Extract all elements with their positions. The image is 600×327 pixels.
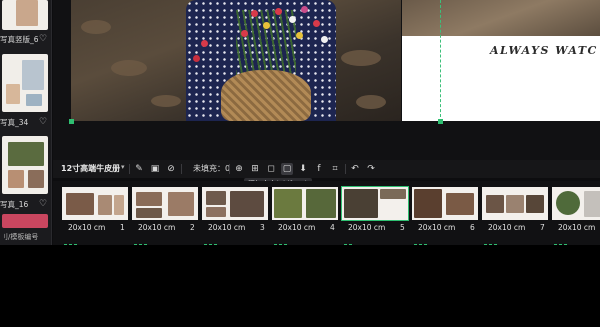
alignment-guide	[440, 0, 441, 122]
template-label: 写真_34	[0, 118, 29, 127]
template-label: 写真竖版_6	[0, 35, 38, 44]
resize-handle[interactable]	[69, 119, 74, 124]
link-icon[interactable]: ⊘	[165, 163, 177, 175]
redo-icon[interactable]: ↷	[365, 163, 377, 175]
page-thumbnail[interactable]	[272, 187, 338, 220]
template-thumbnail[interactable]	[2, 214, 48, 228]
template-code-label: 刂/模板编号	[1, 233, 39, 241]
status-dots	[484, 232, 504, 247]
crop-icon[interactable]: ⌗	[329, 163, 341, 175]
divider	[345, 164, 346, 174]
page-toolbar: 12寸高端牛皮册 ▾ ✎ ▣ ⊘ 未填充：0 ⊕ ⊞ ◻ ▢ ⬇ f ⌗ ↶ ↷	[53, 160, 600, 178]
pin-icon[interactable]: ⬇	[297, 163, 309, 175]
heart-icon[interactable]: ♡	[38, 34, 48, 44]
page-strip: 20x10 cm 1 20x10 cm 2 20x10 cm 3 20x10 c…	[53, 181, 600, 247]
page-number: 3	[260, 223, 265, 232]
font-icon[interactable]: f	[313, 163, 325, 175]
heart-icon[interactable]: ♡	[38, 199, 48, 209]
page-card-selected[interactable]: 20x10 cm 5	[341, 183, 409, 247]
status-dots	[204, 232, 224, 247]
frame-icon[interactable]: ◻	[265, 163, 277, 175]
heart-icon[interactable]: ♡	[38, 117, 48, 127]
template-thumbnail[interactable]	[2, 136, 48, 194]
photobook-editor: 写真竖版_6 ♡ 写真_34 ♡ 写真_16 ♡ 刂/模板编号 ALWAYS W…	[0, 0, 600, 327]
undo-icon[interactable]: ↶	[349, 163, 361, 175]
book-title[interactable]: 12寸高端牛皮册	[61, 163, 120, 174]
status-dots	[554, 232, 574, 247]
template-thumbnail[interactable]	[2, 0, 48, 30]
template-panel: 写真竖版_6 ♡ 写真_34 ♡ 写真_16 ♡ 刂/模板编号	[0, 0, 52, 245]
template-item[interactable]	[0, 214, 51, 228]
page-thumbnail[interactable]	[132, 187, 198, 220]
page-number: 7	[540, 223, 545, 232]
page-thumbnail[interactable]	[341, 186, 409, 221]
right-page[interactable]: ALWAYS WATC	[402, 0, 600, 121]
add-icon[interactable]: ⊕	[233, 163, 245, 175]
status-dots	[64, 232, 84, 247]
page-size: 20x10 cm	[488, 223, 526, 232]
page-number: 1	[120, 223, 125, 232]
page-thumbnail[interactable]	[62, 187, 128, 220]
status-dots	[274, 232, 294, 247]
page-size: 20x10 cm	[208, 223, 246, 232]
page-number: 2	[190, 223, 195, 232]
grid-icon[interactable]: ⊞	[249, 163, 261, 175]
page-size: 20x10 cm	[138, 223, 176, 232]
page-size: 20x10 cm	[348, 223, 386, 232]
page-card[interactable]: 20x10 cm 6	[412, 183, 478, 247]
image-add-icon[interactable]: ▣	[149, 163, 161, 175]
page-number: 5	[400, 223, 405, 232]
wicker-basket	[221, 70, 311, 121]
unfilled-count: 未填充：0	[193, 164, 231, 173]
template-label: 写真_16	[0, 200, 29, 209]
page-size: 20x10 cm	[278, 223, 316, 232]
page-card[interactable]: 20x10 cm 8	[552, 183, 600, 247]
text-icon[interactable]: ▢	[281, 163, 293, 175]
page-thumbnail[interactable]	[412, 187, 478, 220]
right-page-photo[interactable]	[402, 0, 600, 36]
chevron-down-icon[interactable]: ▾	[121, 163, 125, 171]
divider	[181, 164, 182, 174]
page-thumbnail[interactable]	[482, 187, 548, 220]
divider	[229, 164, 230, 174]
left-page-photo[interactable]	[71, 0, 401, 121]
template-item[interactable]: 写真_16 ♡	[0, 136, 51, 210]
page-size: 20x10 cm	[68, 223, 106, 232]
page-card[interactable]: 20x10 cm 1	[62, 183, 128, 247]
status-dots	[414, 232, 434, 247]
resize-handle[interactable]	[438, 119, 443, 124]
page-card[interactable]: 20x10 cm 7	[482, 183, 548, 247]
template-item[interactable]: 写真_34 ♡	[0, 54, 51, 127]
page-card[interactable]: 20x10 cm 3	[202, 183, 268, 247]
right-page-text[interactable]: ALWAYS WATC	[490, 44, 598, 57]
pen-icon[interactable]: ✎	[133, 163, 145, 175]
template-item[interactable]: 写真竖版_6 ♡	[0, 0, 51, 48]
flower-bouquet	[193, 0, 351, 80]
page-thumbnail[interactable]	[552, 187, 600, 220]
template-thumbnail[interactable]	[2, 54, 48, 112]
page-size: 20x10 cm	[418, 223, 456, 232]
page-number: 6	[470, 223, 475, 232]
status-dots	[134, 232, 154, 247]
empty-area	[0, 245, 600, 327]
status-dots	[344, 232, 364, 247]
page-number: 4	[330, 223, 335, 232]
page-size: 20x10 cm	[558, 223, 596, 232]
canvas-area[interactable]: ALWAYS WATC	[53, 0, 600, 160]
divider	[129, 164, 130, 174]
page-card[interactable]: 20x10 cm 2	[132, 183, 198, 247]
page-thumbnail[interactable]	[202, 187, 268, 220]
page-card[interactable]: 20x10 cm 4	[272, 183, 338, 247]
